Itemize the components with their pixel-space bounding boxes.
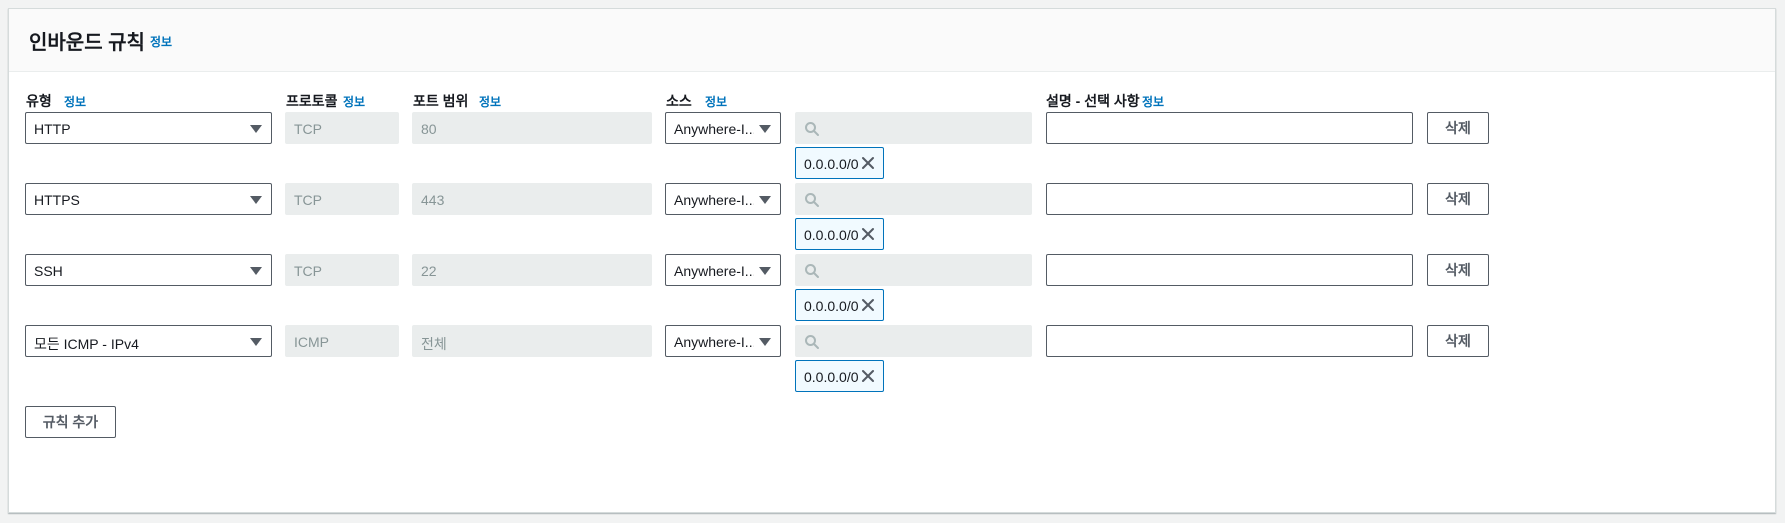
protocol-field: TCP: [285, 183, 399, 215]
page-title: 인바운드 규칙: [29, 32, 145, 54]
port-range-value: 22: [421, 263, 437, 279]
source-type-value: Anywhere-I...: [674, 121, 754, 137]
source-type-value: Anywhere-I...: [674, 192, 754, 208]
protocol-field: TCP: [285, 254, 399, 286]
source-type-select[interactable]: Anywhere-I...: [665, 254, 781, 286]
source-info-link[interactable]: 정보: [705, 93, 727, 110]
column-header-type: 유형: [26, 93, 52, 109]
cidr-value: 0.0.0.0/0: [804, 227, 859, 243]
type-select[interactable]: HTTP: [25, 112, 272, 144]
delete-rule-button[interactable]: 삭제: [1427, 254, 1489, 286]
cidr-value: 0.0.0.0/0: [804, 369, 859, 385]
caret-down-icon: [759, 267, 771, 275]
protocol-info-link[interactable]: 정보: [343, 93, 365, 110]
delete-rule-button[interactable]: 삭제: [1427, 183, 1489, 215]
column-header-protocol: 프로토콜: [286, 93, 338, 109]
search-icon: [805, 193, 819, 207]
type-select[interactable]: 모든 ICMP - IPv4: [25, 325, 272, 357]
column-header-source: 소스: [666, 93, 692, 109]
description-input[interactable]: [1046, 112, 1413, 144]
port-range-value: 전체: [421, 336, 447, 352]
search-icon: [805, 122, 819, 136]
inbound-rules-panel: 인바운드 규칙 정보 유형 정보 프로토콜 정보 포트 범위 정보 소스 정보 …: [8, 8, 1776, 513]
type-select[interactable]: HTTPS: [25, 183, 272, 215]
source-type-value: Anywhere-I...: [674, 263, 754, 279]
close-icon[interactable]: [861, 227, 875, 241]
delete-rule-button[interactable]: 삭제: [1427, 112, 1489, 144]
port-range-value: 80: [421, 121, 437, 137]
protocol-field: TCP: [285, 112, 399, 144]
port-range-field: 443: [412, 183, 652, 215]
port-range-info-link[interactable]: 정보: [479, 93, 501, 110]
protocol-field: ICMP: [285, 325, 399, 357]
type-select-value: SSH: [34, 263, 63, 279]
column-header-port-range: 포트 범위: [413, 93, 469, 109]
port-range-field: 전체: [412, 325, 652, 357]
caret-down-icon: [250, 196, 262, 204]
cidr-token: 0.0.0.0/0: [795, 360, 884, 392]
protocol-value: TCP: [294, 263, 322, 279]
close-icon[interactable]: [861, 156, 875, 170]
description-info-link[interactable]: 정보: [1142, 93, 1164, 110]
cidr-token: 0.0.0.0/0: [795, 289, 884, 321]
close-icon[interactable]: [861, 369, 875, 383]
source-search-input[interactable]: [795, 183, 1032, 215]
delete-rule-button[interactable]: 삭제: [1427, 325, 1489, 357]
protocol-value: ICMP: [294, 334, 329, 350]
caret-down-icon: [250, 338, 262, 346]
source-type-select[interactable]: Anywhere-I...: [665, 112, 781, 144]
description-input[interactable]: [1046, 183, 1413, 215]
cidr-value: 0.0.0.0/0: [804, 298, 859, 314]
port-range-value: 443: [421, 192, 445, 208]
source-search-input[interactable]: [795, 325, 1032, 357]
type-select[interactable]: SSH: [25, 254, 272, 286]
protocol-value: TCP: [294, 192, 322, 208]
source-type-select[interactable]: Anywhere-I...: [665, 183, 781, 215]
type-info-link[interactable]: 정보: [64, 93, 86, 110]
caret-down-icon: [759, 338, 771, 346]
type-select-value: 모든 ICMP - IPv4: [34, 336, 139, 352]
caret-down-icon: [759, 125, 771, 133]
source-type-select[interactable]: Anywhere-I...: [665, 325, 781, 357]
description-input[interactable]: [1046, 254, 1413, 286]
panel-header: 인바운드 규칙 정보: [9, 9, 1775, 72]
column-header-description: 설명 - 선택 사항: [1046, 93, 1140, 109]
port-range-field: 80: [412, 112, 652, 144]
cidr-token: 0.0.0.0/0: [795, 218, 884, 250]
protocol-value: TCP: [294, 121, 322, 137]
cidr-value: 0.0.0.0/0: [804, 156, 859, 172]
source-search-input[interactable]: [795, 254, 1032, 286]
type-select-value: HTTPS: [34, 192, 80, 208]
caret-down-icon: [759, 196, 771, 204]
search-icon: [805, 264, 819, 278]
title-info-link[interactable]: 정보: [150, 33, 172, 50]
search-icon: [805, 335, 819, 349]
port-range-field: 22: [412, 254, 652, 286]
source-type-value: Anywhere-I...: [674, 334, 754, 350]
add-rule-button[interactable]: 규칙 추가: [25, 406, 116, 438]
close-icon[interactable]: [861, 298, 875, 312]
source-search-input[interactable]: [795, 112, 1032, 144]
caret-down-icon: [250, 125, 262, 133]
description-input[interactable]: [1046, 325, 1413, 357]
cidr-token: 0.0.0.0/0: [795, 147, 884, 179]
type-select-value: HTTP: [34, 121, 71, 137]
caret-down-icon: [250, 267, 262, 275]
